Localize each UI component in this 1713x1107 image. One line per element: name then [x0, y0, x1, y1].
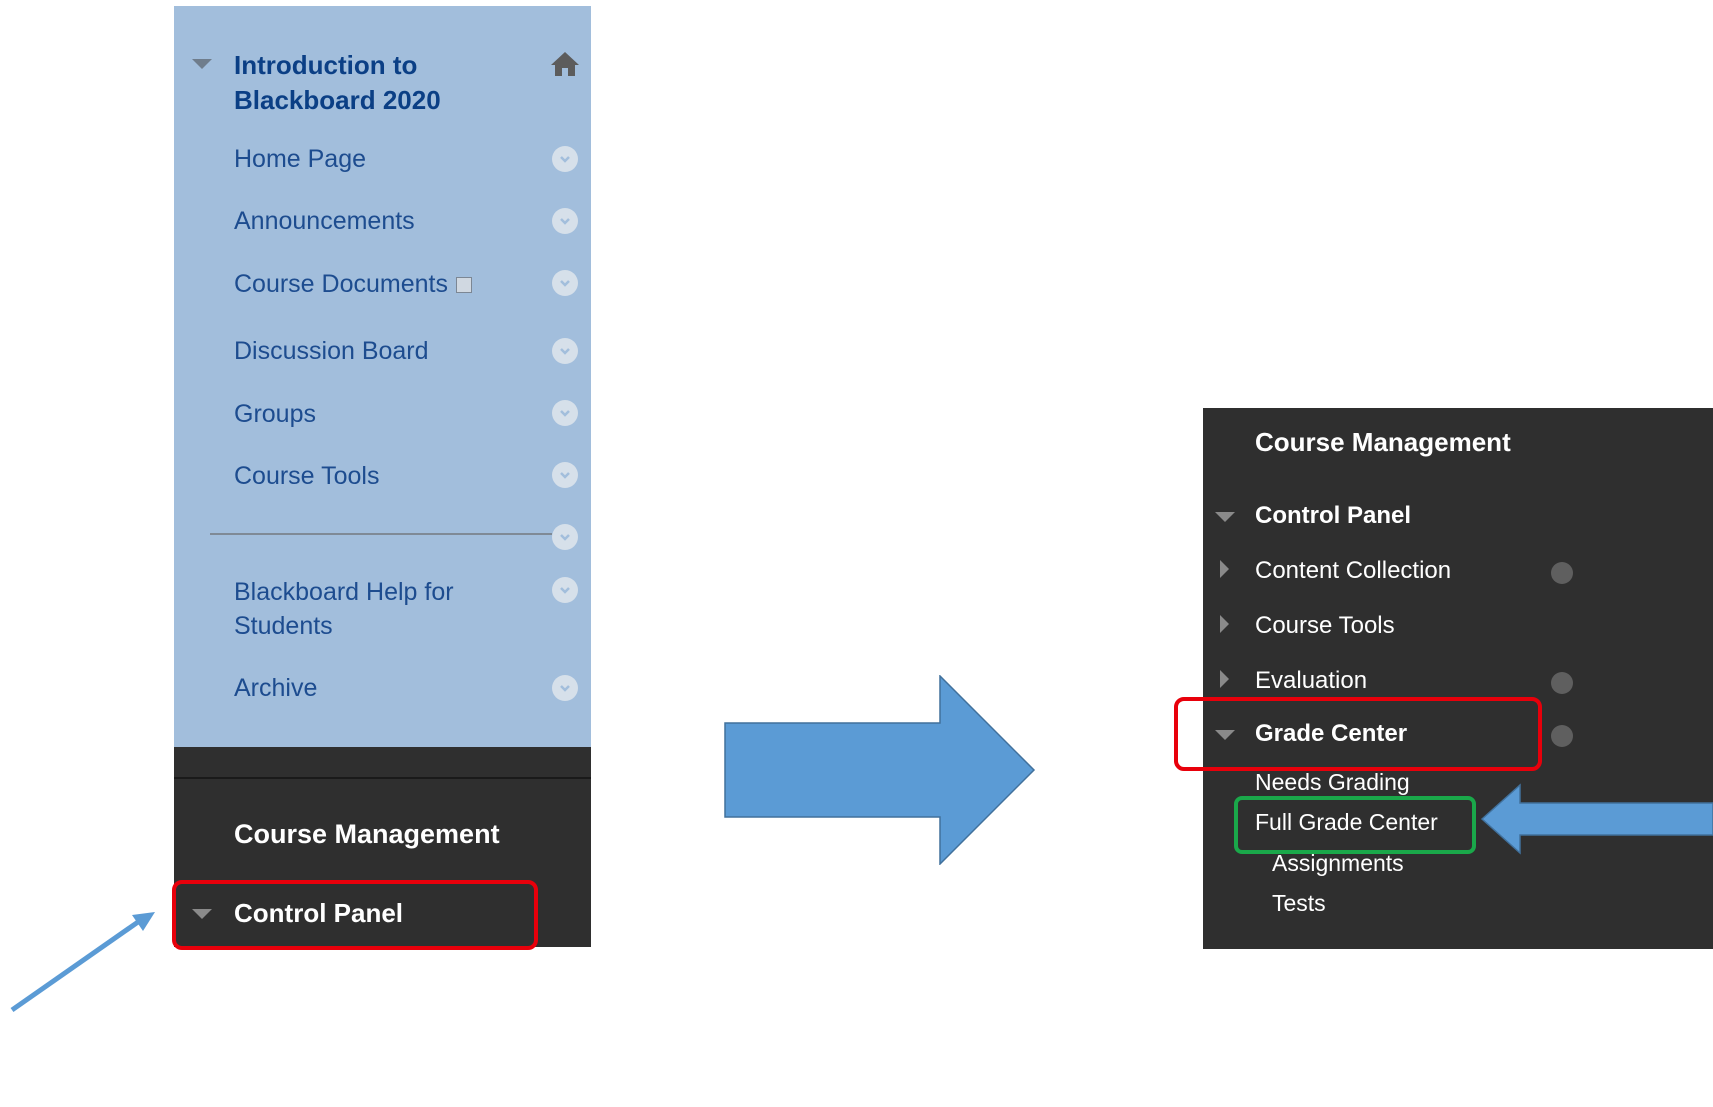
chevron-down-icon[interactable] — [552, 675, 578, 701]
menu-item-course-tools[interactable]: Course Tools — [1255, 612, 1395, 640]
right-arrow-icon — [724, 675, 1036, 865]
course-menu-links-panel: Introduction to Blackboard 2020 Home Pag… — [174, 6, 591, 747]
menu-item-home-page[interactable]: Home Page — [234, 142, 366, 176]
menu-item-groups[interactable]: Groups — [234, 397, 316, 431]
expand-caret-icon[interactable] — [1220, 615, 1229, 633]
collapse-caret-icon[interactable] — [192, 59, 212, 69]
chevron-down-icon[interactable] — [552, 462, 578, 488]
highlight-box-full-grade-center — [1234, 796, 1476, 854]
chevron-down-icon[interactable] — [552, 524, 578, 550]
chevron-down-icon[interactable] — [552, 270, 578, 296]
menu-item-content-collection[interactable]: Content Collection — [1255, 557, 1451, 585]
submenu-assignments[interactable]: Assignments — [1272, 850, 1404, 877]
menu-item-archive[interactable]: Archive — [234, 671, 317, 705]
menu-item-course-tools[interactable]: Course Tools — [234, 459, 379, 493]
menu-item-course-documents[interactable]: Course Documents — [234, 267, 472, 301]
pointer-arrow-icon — [10, 912, 155, 1013]
submenu-needs-grading[interactable]: Needs Grading — [1255, 769, 1410, 796]
chevron-down-icon[interactable] — [552, 208, 578, 234]
menu-item-evaluation[interactable]: Evaluation — [1255, 667, 1367, 695]
chevron-icon[interactable] — [1551, 562, 1573, 584]
left-arrow-icon — [1480, 783, 1713, 855]
expand-caret-icon[interactable] — [1220, 670, 1229, 688]
course-management-title: Course Management — [234, 819, 500, 849]
submenu-tests[interactable]: Tests — [1272, 890, 1326, 917]
course-menu: Introduction to Blackboard 2020 Home Pag… — [174, 6, 591, 947]
chevron-icon[interactable] — [1551, 672, 1573, 694]
menu-divider — [210, 533, 552, 535]
course-title[interactable]: Introduction to Blackboard 2020 — [234, 48, 514, 118]
control-panel-menu: Course Management Control Panel Content … — [1203, 408, 1713, 949]
highlight-box-control-panel — [172, 880, 538, 950]
chevron-down-icon[interactable] — [552, 400, 578, 426]
menu-separator-bar — [174, 747, 591, 779]
chevron-down-icon[interactable] — [552, 338, 578, 364]
menu-item-blackboard-help[interactable]: Blackboard Help for Students — [234, 575, 524, 643]
chevron-down-icon[interactable] — [552, 577, 578, 603]
menu-item-discussion-board[interactable]: Discussion Board — [234, 334, 429, 368]
highlight-box-grade-center — [1174, 697, 1542, 771]
expand-caret-icon[interactable] — [1220, 560, 1229, 578]
course-management-title: Course Management — [1255, 427, 1511, 457]
menu-item-announcements[interactable]: Announcements — [234, 204, 415, 238]
chevron-icon[interactable] — [1551, 725, 1573, 747]
chevron-down-icon[interactable] — [552, 146, 578, 172]
collapse-caret-icon[interactable] — [1215, 512, 1235, 522]
menu-item-label: Course Documents — [234, 270, 448, 298]
control-panel-link[interactable]: Control Panel — [1255, 502, 1411, 530]
hidden-content-icon — [455, 277, 472, 294]
home-icon[interactable] — [549, 50, 581, 78]
